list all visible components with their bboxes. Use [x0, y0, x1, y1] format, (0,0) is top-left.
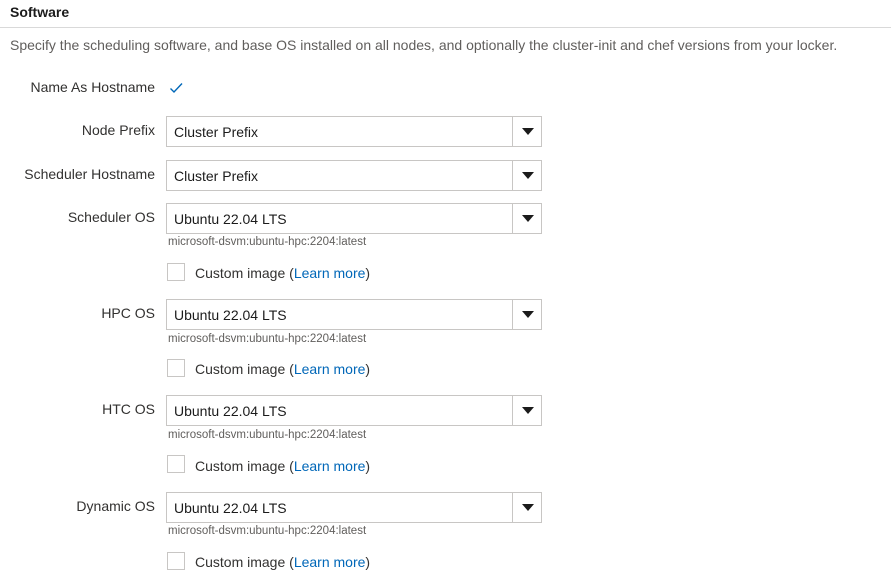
htc-os-image-hint: microsoft-dsvm:ubuntu-hpc:2204:latest — [168, 429, 367, 441]
section-description: Specify the scheduling software, and bas… — [10, 37, 838, 53]
custom-image-text: Custom image ( — [195, 554, 294, 570]
custom-image-text: Custom image ( — [195, 458, 294, 474]
section-divider — [0, 27, 891, 28]
hpc-os-custom-image-checkbox[interactable] — [167, 359, 185, 377]
dynamic-os-value: Ubuntu 22.04 LTS — [174, 500, 287, 516]
htc-os-custom-image-checkbox[interactable] — [167, 455, 185, 473]
custom-image-suffix: ) — [365, 265, 371, 281]
chevron-down-icon — [522, 311, 534, 318]
hpc-os-dropdown[interactable]: Ubuntu 22.04 LTS — [166, 299, 542, 330]
scheduler-os-custom-image-checkbox[interactable] — [167, 263, 185, 281]
dynamic-os-custom-image-label: Custom image (Learn more) — [195, 554, 370, 570]
dynamic-os-label: Dynamic OS — [76, 498, 155, 514]
dynamic-os-custom-image-checkbox[interactable] — [167, 552, 185, 570]
hpc-os-value: Ubuntu 22.04 LTS — [174, 307, 287, 323]
custom-image-suffix: ) — [365, 361, 371, 377]
hpc-os-label: HPC OS — [101, 305, 155, 321]
chevron-down-icon — [522, 128, 534, 135]
htc-os-dropdown[interactable]: Ubuntu 22.04 LTS — [166, 395, 542, 426]
hpc-os-custom-image-label: Custom image (Learn more) — [195, 361, 370, 377]
dropdown-separator — [512, 204, 513, 233]
name-as-hostname-label: Name As Hostname — [30, 79, 156, 95]
chevron-down-icon — [522, 172, 534, 179]
custom-image-suffix: ) — [365, 554, 371, 570]
learn-more-link[interactable]: Learn more — [294, 458, 366, 474]
learn-more-link[interactable]: Learn more — [294, 361, 366, 377]
name-as-hostname-checkbox[interactable] — [167, 79, 185, 97]
section-title: Software — [10, 4, 70, 20]
node-prefix-value: Cluster Prefix — [174, 124, 259, 140]
scheduler-hostname-value: Cluster Prefix — [174, 168, 259, 184]
scheduler-os-dropdown[interactable]: Ubuntu 22.04 LTS — [166, 203, 542, 234]
scheduler-os-value: Ubuntu 22.04 LTS — [174, 211, 287, 227]
scheduler-hostname-dropdown[interactable]: Cluster Prefix — [166, 160, 542, 191]
dynamic-os-dropdown[interactable]: Ubuntu 22.04 LTS — [166, 492, 542, 523]
dropdown-separator — [512, 493, 513, 522]
check-icon — [170, 83, 183, 94]
scheduler-os-image-hint: microsoft-dsvm:ubuntu-hpc:2204:latest — [168, 236, 367, 248]
dropdown-separator — [512, 117, 513, 146]
hpc-os-image-hint: microsoft-dsvm:ubuntu-hpc:2204:latest — [168, 333, 367, 345]
chevron-down-icon — [522, 215, 534, 222]
node-prefix-dropdown[interactable]: Cluster Prefix — [166, 116, 542, 147]
htc-os-custom-image-label: Custom image (Learn more) — [195, 458, 370, 474]
learn-more-link[interactable]: Learn more — [294, 554, 366, 570]
scheduler-os-custom-image-label: Custom image (Learn more) — [195, 265, 370, 281]
node-prefix-label: Node Prefix — [81, 122, 155, 138]
learn-more-link[interactable]: Learn more — [294, 265, 366, 281]
dropdown-separator — [512, 396, 513, 425]
scheduler-hostname-label: Scheduler Hostname — [24, 166, 155, 182]
chevron-down-icon — [522, 407, 534, 414]
custom-image-suffix: ) — [365, 458, 371, 474]
dropdown-separator — [512, 161, 513, 190]
htc-os-value: Ubuntu 22.04 LTS — [174, 403, 287, 419]
custom-image-text: Custom image ( — [195, 361, 294, 377]
scheduler-os-label: Scheduler OS — [67, 209, 155, 225]
htc-os-label: HTC OS — [102, 401, 155, 417]
custom-image-text: Custom image ( — [195, 265, 294, 281]
dynamic-os-image-hint: microsoft-dsvm:ubuntu-hpc:2204:latest — [168, 525, 367, 537]
chevron-down-icon — [522, 504, 534, 511]
dropdown-separator — [512, 300, 513, 329]
